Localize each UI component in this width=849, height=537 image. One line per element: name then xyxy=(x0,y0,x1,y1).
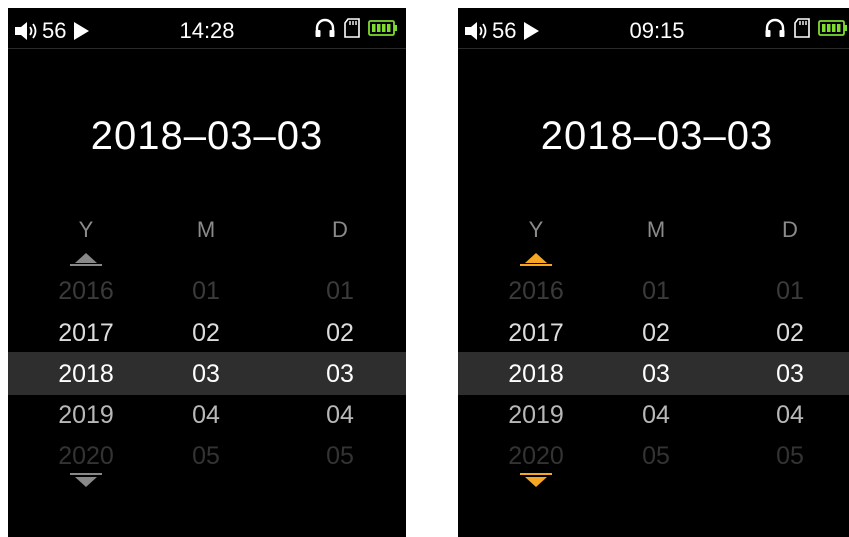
picker-row[interactable]: 2016 01 01 xyxy=(8,271,406,311)
year-value[interactable]: 2018 xyxy=(496,354,576,394)
year-value[interactable]: 2017 xyxy=(496,313,576,353)
device-screen-left: 56 14:28 2018–03–03 Y M D 2016 01 01 201… xyxy=(8,8,406,537)
picker-row[interactable]: 2019 04 04 xyxy=(458,395,849,435)
year-column-header: Y xyxy=(78,217,94,242)
year-value[interactable]: 2018 xyxy=(46,354,126,394)
battery-icon xyxy=(818,20,848,36)
day-value[interactable]: 05 xyxy=(750,436,830,476)
status-icons xyxy=(764,18,848,38)
headphone-icon xyxy=(314,18,336,38)
day-value[interactable]: 02 xyxy=(300,313,380,353)
picker-row[interactable]: 2019 04 04 xyxy=(8,395,406,435)
month-value[interactable]: 05 xyxy=(616,436,696,476)
month-value[interactable]: 02 xyxy=(166,313,246,353)
day-column-header: D xyxy=(782,217,798,242)
year-value[interactable]: 2020 xyxy=(496,436,576,476)
status-divider xyxy=(8,48,406,49)
month-column-header: M xyxy=(196,217,216,242)
month-value[interactable]: 04 xyxy=(166,395,246,435)
year-value[interactable]: 2020 xyxy=(46,436,126,476)
month-value[interactable]: 04 xyxy=(616,395,696,435)
year-value[interactable]: 2017 xyxy=(46,313,126,353)
arrow-underline xyxy=(520,264,552,266)
status-icons xyxy=(314,18,398,38)
selected-date: 2018–03–03 xyxy=(540,114,774,158)
day-value[interactable]: 02 xyxy=(750,313,830,353)
day-value[interactable]: 03 xyxy=(300,354,380,394)
month-column-header: M xyxy=(646,217,666,242)
triangle-down-icon[interactable] xyxy=(525,477,547,487)
picker-row-selected[interactable]: 2018 03 03 xyxy=(8,354,406,394)
day-value[interactable]: 05 xyxy=(300,436,380,476)
arrow-underline xyxy=(70,264,102,266)
picker-row[interactable]: 2017 02 02 xyxy=(458,313,849,353)
month-value[interactable]: 03 xyxy=(616,354,696,394)
triangle-up-icon[interactable] xyxy=(75,253,97,263)
month-value[interactable]: 02 xyxy=(616,313,696,353)
picker-row[interactable]: 2016 01 01 xyxy=(458,271,849,311)
status-bar: 56 14:28 xyxy=(8,8,406,48)
headphone-icon xyxy=(764,18,786,38)
month-value[interactable]: 05 xyxy=(166,436,246,476)
picker-row[interactable]: 2020 05 05 xyxy=(458,436,849,476)
selected-date: 2018–03–03 xyxy=(90,114,324,158)
arrow-overline xyxy=(70,473,102,475)
year-value[interactable]: 2019 xyxy=(496,395,576,435)
triangle-up-icon[interactable] xyxy=(525,253,547,263)
picker-row[interactable]: 2020 05 05 xyxy=(8,436,406,476)
day-value[interactable]: 03 xyxy=(750,354,830,394)
day-value[interactable]: 01 xyxy=(750,271,830,311)
year-value[interactable]: 2019 xyxy=(46,395,126,435)
year-value[interactable]: 2016 xyxy=(46,271,126,311)
status-divider xyxy=(458,48,849,49)
year-column-header: Y xyxy=(528,217,544,242)
sd-card-icon xyxy=(344,18,360,38)
month-value[interactable]: 01 xyxy=(616,271,696,311)
day-column-header: D xyxy=(332,217,348,242)
month-value[interactable]: 01 xyxy=(166,271,246,311)
year-value[interactable]: 2016 xyxy=(496,271,576,311)
picker-row-selected[interactable]: 2018 03 03 xyxy=(458,354,849,394)
day-value[interactable]: 01 xyxy=(300,271,380,311)
triangle-down-icon[interactable] xyxy=(75,477,97,487)
picker-row[interactable]: 2017 02 02 xyxy=(8,313,406,353)
sd-card-icon xyxy=(794,18,810,38)
arrow-overline xyxy=(520,473,552,475)
status-bar: 56 09:15 xyxy=(458,8,849,48)
day-value[interactable]: 04 xyxy=(750,395,830,435)
battery-icon xyxy=(368,20,398,36)
month-value[interactable]: 03 xyxy=(166,354,246,394)
device-screen-right: 56 09:15 2018–03–03 Y M D 2016 01 01 201… xyxy=(458,8,849,537)
day-value[interactable]: 04 xyxy=(300,395,380,435)
